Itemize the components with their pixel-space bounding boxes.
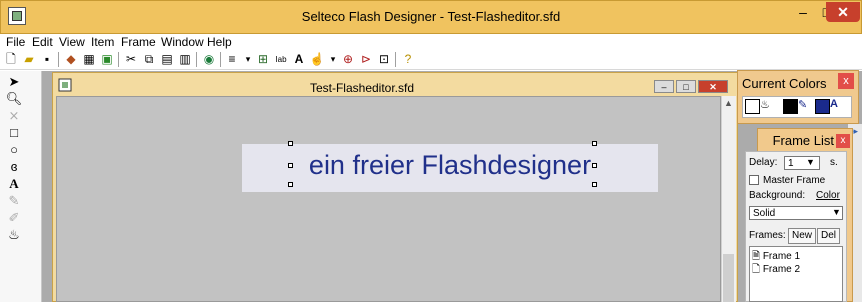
pencil-icon[interactable]: ✐ <box>4 210 24 225</box>
frame-item-label: Frame 2 <box>762 264 801 275</box>
cut-icon[interactable]: ✂ <box>123 52 139 67</box>
document-maximize-button[interactable]: □ <box>676 80 696 93</box>
publish-icon[interactable]: ▦ <box>81 52 97 67</box>
toolbar-separator <box>395 52 396 67</box>
rectangle-icon[interactable]: □ <box>4 125 24 140</box>
list-item[interactable]: 🗋 Frame 2 <box>752 262 800 279</box>
menu-bar: File Edit View Item Frame Window Help <box>0 34 862 50</box>
image-icon[interactable]: ▣ <box>99 52 115 67</box>
line-color-swatch[interactable] <box>783 99 798 114</box>
toolbar: 🗋 ▰ ▪ ◆ ▦ ▣ ✂ ⧉ ▤ ▥ ◉ ≡ ▾ ⊞ Iab A ☝ ▾ ⊕ … <box>0 50 862 70</box>
document-minimize-button[interactable]: – <box>654 80 674 93</box>
current-colors-title: Current Colors <box>742 76 827 91</box>
chevron-down-icon[interactable]: ▼ <box>806 157 815 167</box>
menu-file[interactable]: File <box>6 35 25 49</box>
scroll-up-icon[interactable]: ▲ <box>721 96 736 111</box>
next-frame-icon[interactable]: ⊳ <box>358 52 374 67</box>
delay-unit: s. <box>830 157 838 168</box>
clipboard-icon[interactable]: ▥ <box>177 52 193 67</box>
selection-handle[interactable] <box>288 141 293 146</box>
import-icon[interactable]: ◆ <box>63 52 79 67</box>
delete-frame-button[interactable]: Del <box>817 228 841 244</box>
text-color-swatch[interactable] <box>815 99 830 114</box>
frame-item-label: Frame 1 <box>762 251 801 262</box>
open-folder-icon[interactable]: ▰ <box>21 52 37 67</box>
frames-label: Frames: <box>749 230 786 241</box>
master-frame-label: Master Frame <box>763 175 826 186</box>
pen-icon: ✎ <box>798 99 808 111</box>
web-preview-icon[interactable]: ◉ <box>201 52 217 67</box>
new-frame-button[interactable]: New <box>788 228 817 244</box>
tool-palette: ➤ 🔍︎ ⨯ □ ○ ɞ A ✎ ✐ ♨ <box>0 71 42 302</box>
selection-handle[interactable] <box>288 163 293 168</box>
toolbar-separator <box>196 52 197 67</box>
help-icon[interactable]: ? <box>400 52 416 67</box>
menu-frame[interactable]: Frame <box>121 35 156 49</box>
text-tool-icon[interactable]: A <box>4 176 24 191</box>
close-button[interactable]: ✕ <box>826 2 860 22</box>
font-icon: A <box>830 98 838 110</box>
copy-icon[interactable]: ⧉ <box>141 52 157 67</box>
frame-list-close-button[interactable]: x <box>836 134 850 148</box>
menu-item[interactable]: Item <box>91 35 114 49</box>
toolbar-separator <box>58 52 59 67</box>
selection-handle[interactable] <box>592 141 597 146</box>
menu-help[interactable]: Help <box>207 35 232 49</box>
master-frame-checkbox[interactable] <box>749 175 759 185</box>
paste-icon[interactable]: ▤ <box>159 52 175 67</box>
font-icon[interactable]: A <box>291 52 307 67</box>
stage-canvas[interactable] <box>56 96 721 302</box>
menu-edit[interactable]: Edit <box>32 35 53 49</box>
paint-bucket-icon: ♨ <box>760 99 770 111</box>
frame-page-icon: 🗋 <box>752 264 761 275</box>
text-field-icon[interactable]: Iab <box>273 52 289 67</box>
background-select[interactable]: Solid <box>749 206 843 220</box>
scroll-thumb[interactable] <box>723 254 734 302</box>
save-icon[interactable]: ▪ <box>39 52 55 67</box>
ellipse-icon[interactable]: ○ <box>4 142 24 157</box>
color-button[interactable]: Color <box>816 190 840 201</box>
window-title: Selteco Flash Designer - Test-Flashedito… <box>301 9 561 24</box>
new-file-icon[interactable]: 🗋 <box>3 52 19 67</box>
pen-icon[interactable]: ✎ <box>4 193 24 208</box>
freehand-icon[interactable]: ɞ <box>4 159 24 174</box>
select-arrow-icon[interactable]: ➤ <box>4 74 24 89</box>
delay-label: Delay: <box>749 157 778 168</box>
current-colors-close-button[interactable]: x <box>838 73 854 89</box>
node-edit-icon[interactable]: ⨯ <box>4 108 24 123</box>
document-close-button[interactable]: ✕ <box>698 80 728 93</box>
chevron-down-icon[interactable]: ▼ <box>832 207 841 217</box>
grid-icon[interactable]: ⊡ <box>376 52 392 67</box>
hand-icon[interactable]: ☝ <box>309 52 325 67</box>
dropdown-arrow-icon[interactable]: ▾ <box>325 52 341 67</box>
toolbar-separator <box>118 52 119 67</box>
insert-frame-icon[interactable]: ⊕ <box>340 52 356 67</box>
selection-handle[interactable] <box>592 163 597 168</box>
frame-icon[interactable]: ⊞ <box>255 52 271 67</box>
fill-color-swatch[interactable] <box>745 99 760 114</box>
zoom-icon[interactable]: 🔍︎ <box>4 91 24 106</box>
line-style-icon[interactable]: ≡ <box>224 52 240 67</box>
document-title: Test-Flasheditor.sfd <box>309 81 415 95</box>
selection-handle[interactable] <box>592 182 597 187</box>
toolbar-separator <box>220 52 221 67</box>
dropdown-arrow-icon[interactable]: ▾ <box>240 52 256 67</box>
menu-window[interactable]: Window <box>161 35 204 49</box>
frame-list-title: Frame List <box>772 133 834 148</box>
frame-page-icon: 🗎 <box>752 251 761 262</box>
menu-view[interactable]: View <box>59 35 85 49</box>
selection-handle[interactable] <box>288 182 293 187</box>
background-label: Background: <box>749 190 806 201</box>
paint-bucket-icon[interactable]: ♨ <box>4 227 24 242</box>
